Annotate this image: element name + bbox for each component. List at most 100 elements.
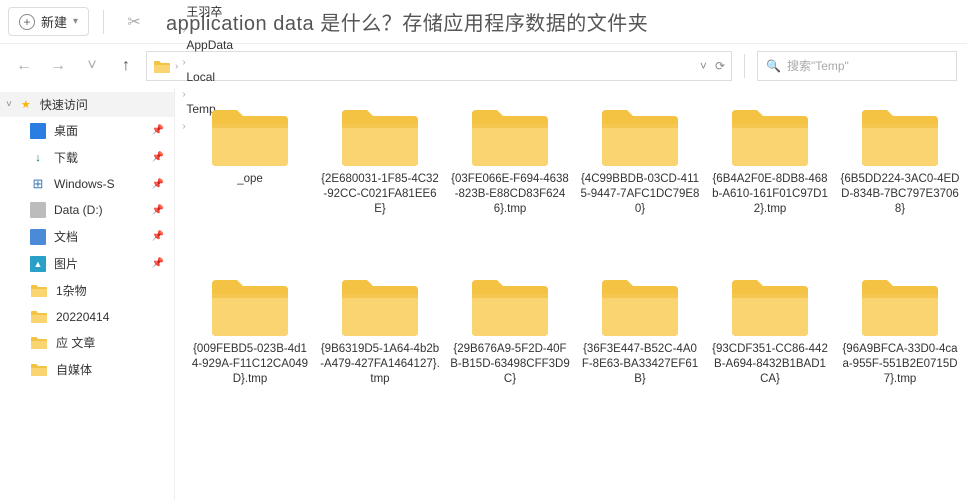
sidebar-item[interactable]: 1杂物	[0, 277, 174, 304]
folder-label: {2E680031-1F85-4C32-92CC-C021FA81EE6E}	[320, 172, 440, 217]
breadcrumb-segment[interactable]: AppData	[182, 36, 237, 54]
separator	[103, 10, 104, 34]
folder-label: _ope	[237, 172, 263, 187]
folder-item[interactable]: {6B5DD224-3AC0-4EDD-834B-7BC797E37068}	[835, 98, 965, 268]
folder-icon	[469, 102, 551, 170]
folder-item[interactable]: {6B4A2F0E-8DB8-468b-A610-161F01C97D12}.t…	[705, 98, 835, 268]
address-bar-row: ← → ˅ ↑ › 王羽卒›AppData›Local›Temp› ˅ ⟳ 🔍	[0, 44, 967, 88]
sidebar-item[interactable]: ⊞ Windows-S 📌	[0, 171, 174, 197]
folder-icon	[30, 362, 48, 377]
separator	[744, 54, 745, 78]
folder-icon	[729, 102, 811, 170]
sidebar-item-label: 下载	[54, 149, 78, 166]
folder-item[interactable]: _ope	[185, 98, 315, 268]
folder-icon	[30, 309, 48, 324]
search-input[interactable]	[787, 59, 948, 73]
folder-icon	[469, 272, 551, 340]
folder-icon	[209, 272, 291, 340]
folder-icon	[859, 102, 941, 170]
document-icon	[30, 229, 46, 245]
sidebar-item-label: 文档	[54, 228, 78, 245]
sidebar: ˅ ★ 快速访问 桌面📌↓下载📌⊞Windows-S📌Data (D:)📌文档📌…	[0, 88, 175, 500]
chevron-down-icon[interactable]: ˅	[700, 59, 707, 73]
breadcrumb-segment[interactable]: Local	[182, 68, 237, 86]
sidebar-item-label: 桌面	[54, 122, 78, 139]
folder-item[interactable]: {36F3E447-B52C-4A0F-8E63-BA33427EF61B}	[575, 268, 705, 438]
folder-item[interactable]: {4C99BBDB-03CD-4115-9447-7AFC1DC79E80}	[575, 98, 705, 268]
drive-icon	[30, 202, 46, 218]
folder-label: {6B5DD224-3AC0-4EDD-834B-7BC797E37068}	[840, 172, 960, 217]
back-button[interactable]: ←	[10, 52, 38, 80]
folder-label: {96A9BFCA-33D0-4caa-955F-551B2E0715D7}.t…	[840, 342, 960, 387]
folder-item[interactable]: {93CDF351-CC86-442B-A694-8432B1BAD1CA}	[705, 268, 835, 438]
desktop-icon	[30, 123, 46, 139]
folder-label: {9B6319D5-1A64-4b2b-A479-427FA1464127}.t…	[320, 342, 440, 387]
chevron-right-icon: ›	[182, 25, 185, 36]
folder-label: {03FE066E-F694-4638-823B-E88CD83F6246}.t…	[450, 172, 570, 217]
folder-item[interactable]: {009FEBD5-023B-4d14-929A-F11C12CA049D}.t…	[185, 268, 315, 438]
folder-icon	[30, 335, 48, 350]
folder-label: {4C99BBDB-03CD-4115-9447-7AFC1DC79E80}	[580, 172, 700, 217]
pin-icon: 📌	[152, 205, 164, 216]
page-title: application data 是什么？存储应用程序数据的文件夹	[166, 7, 648, 36]
new-button[interactable]: + 新建 ▾	[8, 7, 89, 36]
chevron-right-icon: ›	[175, 61, 178, 72]
cut-icon[interactable]: ✂	[118, 6, 150, 38]
download-icon: ↓	[30, 150, 46, 166]
folder-icon	[339, 102, 421, 170]
sidebar-item[interactable]: 自媒体	[0, 356, 174, 383]
folder-label: {29B676A9-5F2D-40FB-B15D-63498CFF3D9C}	[450, 342, 570, 387]
sidebar-item[interactable]: Data (D:)📌	[0, 197, 174, 223]
folder-item[interactable]: {96A9BFCA-33D0-4caa-955F-551B2E0715D7}.t…	[835, 268, 965, 438]
folder-icon	[729, 272, 811, 340]
sidebar-item-label: Windows-S	[54, 177, 115, 191]
folder-item[interactable]: {9B6319D5-1A64-4b2b-A479-427FA1464127}.t…	[315, 268, 445, 438]
folder-label: {009FEBD5-023B-4d14-929A-F11C12CA049D}.t…	[190, 342, 310, 387]
pin-icon: 📌	[152, 125, 164, 136]
folder-item[interactable]: {29B676A9-5F2D-40FB-B15D-63498CFF3D9C}	[445, 268, 575, 438]
address-bar[interactable]: › 王羽卒›AppData›Local›Temp› ˅ ⟳	[146, 51, 732, 81]
file-view[interactable]: _ope {2E680031-1F85-4C32-92CC-C021FA81EE6…	[175, 88, 967, 500]
sidebar-item[interactable]: 文档 📌	[0, 223, 174, 250]
sidebar-root-label: 快速访问	[40, 96, 88, 113]
plus-icon: +	[19, 14, 35, 30]
folder-item[interactable]: {03FE066E-F694-4638-823B-E88CD83F6246}.t…	[445, 98, 575, 268]
sidebar-quick-access[interactable]: ˅ ★ 快速访问	[0, 92, 174, 117]
forward-button[interactable]: →	[44, 52, 72, 80]
sidebar-item-label: 1杂物	[56, 282, 87, 299]
refresh-icon[interactable]: ⟳	[715, 59, 725, 73]
sidebar-item[interactable]: 桌面 📌	[0, 117, 174, 144]
search-icon: 🔍	[766, 59, 781, 73]
sidebar-item[interactable]: ▲图片📌	[0, 250, 174, 277]
sidebar-item[interactable]: ↓ 下载 📌	[0, 144, 174, 171]
pin-icon: 📌	[152, 152, 164, 163]
search-box[interactable]: 🔍	[757, 51, 957, 81]
folder-icon	[339, 272, 421, 340]
pin-icon: 📌	[152, 179, 164, 190]
up-button[interactable]: ↑	[112, 52, 140, 80]
chevron-right-icon: ›	[182, 57, 185, 68]
folder-icon	[153, 59, 171, 74]
windows-icon: ⊞	[30, 176, 46, 192]
folder-icon	[209, 102, 291, 170]
sidebar-item-label: 应 文章	[56, 334, 95, 351]
pictures-icon: ▲	[30, 256, 46, 272]
new-button-label: 新建	[41, 12, 67, 31]
chevron-down-icon[interactable]: ˅	[78, 52, 106, 80]
pin-icon: 📌	[152, 258, 164, 269]
folder-icon	[859, 272, 941, 340]
chevron-down-icon: ˅	[6, 99, 12, 110]
breadcrumb-segment[interactable]: 王羽卒	[182, 1, 237, 22]
folder-icon	[599, 102, 681, 170]
sidebar-item-label: 自媒体	[56, 361, 92, 378]
folder-item[interactable]: {2E680031-1F85-4C32-92CC-C021FA81EE6E}	[315, 98, 445, 268]
pin-icon: 📌	[152, 231, 164, 242]
folder-label: {6B4A2F0E-8DB8-468b-A610-161F01C97D12}.t…	[710, 172, 830, 217]
sidebar-item[interactable]: 20220414	[0, 304, 174, 329]
ribbon-toolbar: + 新建 ▾ ✂ application data 是什么？存储应用程序数据的文…	[0, 0, 967, 44]
folder-label: {36F3E447-B52C-4A0F-8E63-BA33427EF61B}	[580, 342, 700, 387]
folder-icon	[599, 272, 681, 340]
chevron-down-icon: ▾	[73, 16, 78, 27]
sidebar-item[interactable]: 应 文章	[0, 329, 174, 356]
folder-icon	[30, 283, 48, 298]
